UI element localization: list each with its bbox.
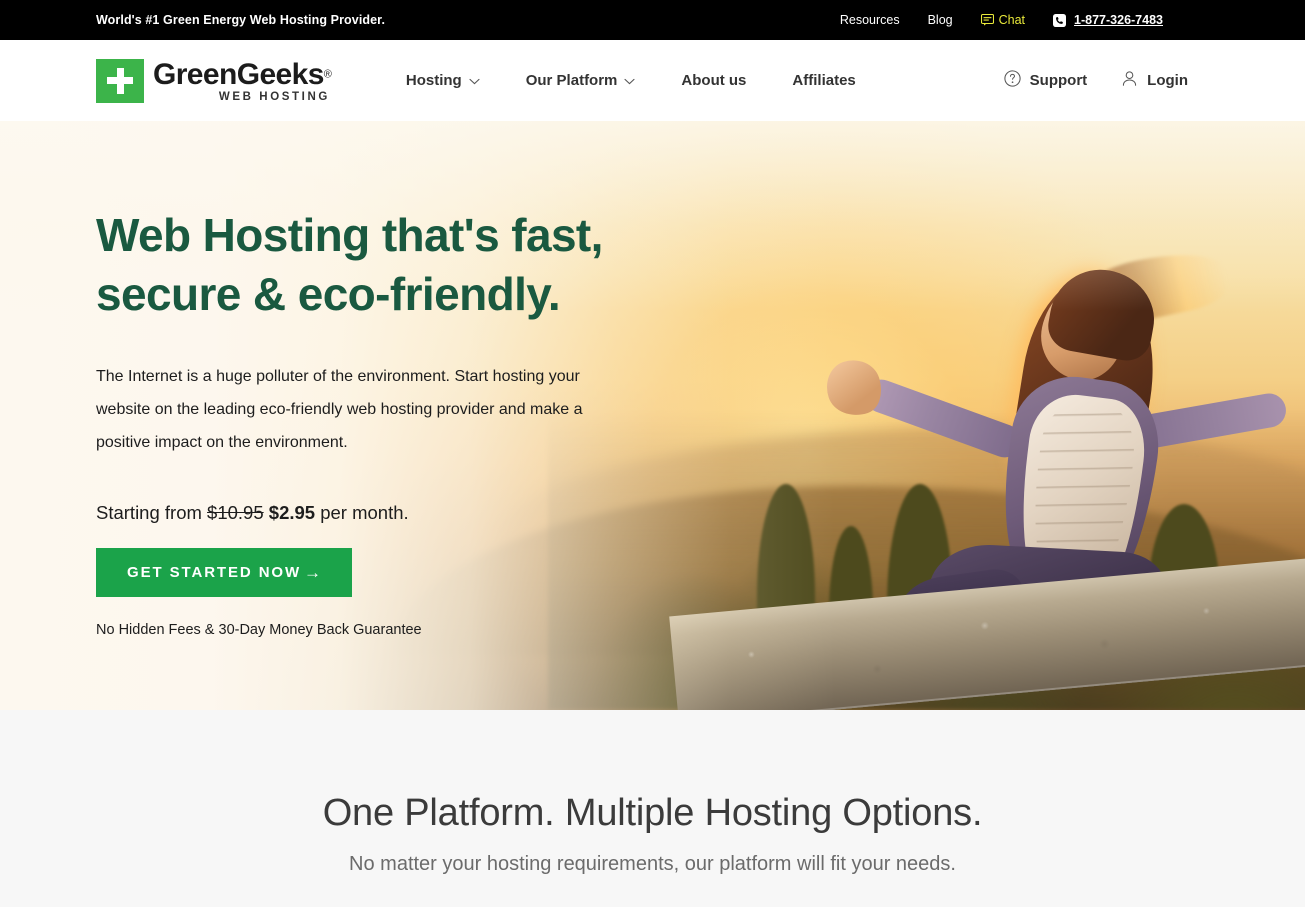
nav-item-label: Our Platform	[525, 72, 618, 89]
platform-heading: One Platform. Multiple Hosting Options.	[322, 792, 983, 834]
chevron-down-icon	[624, 76, 635, 85]
price-suffix: per month.	[320, 502, 409, 524]
nav-item-label: About us	[681, 72, 747, 89]
platform-subheading: No matter your hosting requirements, our…	[349, 853, 956, 875]
logo-text: GreenGeeks® WEB HOSTING	[153, 58, 332, 104]
hero-guarantee-note: No Hidden Fees & 30-Day Money Back Guara…	[96, 622, 422, 639]
question-circle-icon	[1004, 70, 1021, 91]
plus-square-icon	[96, 58, 144, 103]
hero-headline: Web Hosting that's fast, secure & eco-fr…	[96, 206, 620, 324]
login-link[interactable]: Login	[1104, 70, 1205, 91]
tagline-text: World's #1 Green Energy Web Hosting Prov…	[96, 13, 386, 27]
support-label: Support	[1029, 72, 1088, 89]
user-icon	[1121, 70, 1138, 91]
price-prefix: Starting from	[96, 502, 202, 524]
price-original: $10.95	[207, 502, 264, 524]
logo-registered-mark: ®	[323, 68, 332, 81]
get-started-button[interactable]: GET STARTED NOW →	[96, 548, 353, 598]
hero-content: Web Hosting that's fast, secure & eco-fr…	[0, 121, 620, 638]
platform-section: One Platform. Multiple Hosting Options. …	[0, 710, 1305, 907]
nav-item-label: Affiliates	[792, 72, 856, 89]
phone-icon	[1053, 13, 1067, 27]
primary-nav: Hosting Our Platform About us Affiliates	[383, 72, 879, 89]
arrow-right-icon: →	[304, 562, 322, 582]
site-logo[interactable]: GreenGeeks® WEB HOSTING	[96, 58, 332, 104]
login-label: Login	[1147, 72, 1188, 89]
nav-item-about-us[interactable]: About us	[658, 72, 769, 89]
resources-link[interactable]: Resources	[826, 13, 914, 27]
hero-description: The Internet is a huge polluter of the e…	[96, 367, 583, 451]
logo-subtitle: WEB HOSTING	[218, 90, 330, 103]
phone-number: 1-877-326-7483	[1074, 13, 1163, 27]
support-link[interactable]: Support	[987, 70, 1105, 91]
hero-headline-line2: secure & eco-friendly.	[96, 267, 561, 320]
site-header: GreenGeeks® WEB HOSTING Hosting Our Plat…	[0, 40, 1305, 121]
chat-label: Chat	[998, 13, 1026, 27]
hero-headline-line1: Web Hosting that's fast,	[96, 209, 603, 261]
chat-button[interactable]: Chat	[967, 13, 1039, 27]
chat-bubble-icon	[980, 14, 994, 26]
header-actions: Support Login	[987, 70, 1205, 91]
get-started-label: GET STARTED NOW	[127, 564, 302, 582]
chevron-down-icon	[469, 76, 480, 85]
topbar-links: Resources Blog Chat 1-877-326-7483	[826, 13, 1163, 27]
phone-link[interactable]: 1-877-326-7483	[1039, 13, 1163, 27]
nav-item-hosting[interactable]: Hosting	[383, 72, 503, 89]
top-utility-bar: World's #1 Green Energy Web Hosting Prov…	[0, 0, 1305, 40]
nav-item-label: Hosting	[405, 72, 462, 89]
hero-price-line: Starting from $10.95 $2.95 per month.	[96, 502, 620, 524]
hero-section: Web Hosting that's fast, secure & eco-fr…	[0, 121, 1305, 710]
logo-wordmark: GreenGeeks	[153, 57, 324, 91]
price-current: $2.95	[268, 502, 316, 524]
blog-link[interactable]: Blog	[914, 13, 967, 27]
nav-item-affiliates[interactable]: Affiliates	[769, 72, 878, 89]
nav-item-our-platform[interactable]: Our Platform	[503, 72, 659, 89]
